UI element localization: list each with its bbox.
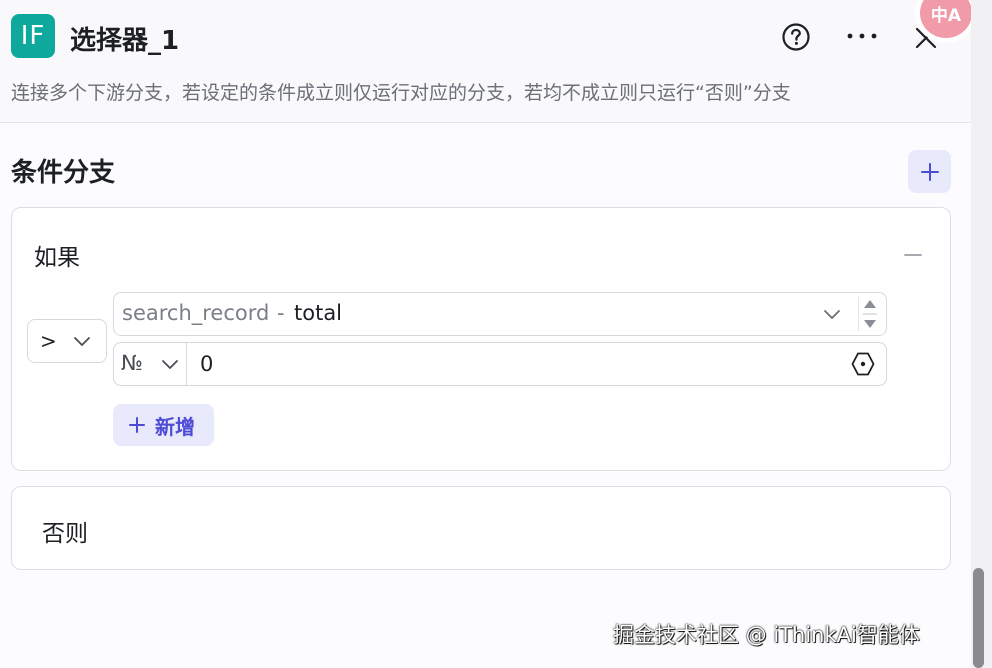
- operator-select[interactable]: >: [27, 319, 107, 363]
- add-branch-button[interactable]: [908, 150, 951, 193]
- plus-icon: [920, 162, 939, 181]
- plus-icon: [129, 417, 145, 433]
- add-condition-label: 新增: [155, 416, 195, 439]
- variable-field: total: [294, 301, 343, 325]
- section-title: 条件分支: [11, 158, 116, 188]
- operator-value: >: [40, 329, 57, 353]
- add-condition-button[interactable]: 新增: [113, 404, 214, 446]
- variable-separator: -: [277, 301, 285, 325]
- value-text[interactable]: 0: [200, 352, 213, 376]
- scrollbar-thumb[interactable]: [973, 568, 984, 668]
- variable-select[interactable]: search_record - total: [113, 292, 887, 336]
- minus-icon[interactable]: [903, 245, 923, 265]
- branch-else-card: 否则: [11, 486, 951, 570]
- node-description: 连接多个下游分支，若设定的条件成立则仅运行对应的分支，若均不成立则只运行“否则”…: [11, 82, 791, 104]
- branch-else-label: 否则: [42, 521, 88, 547]
- chevron-down-icon: [162, 360, 178, 369]
- help-icon[interactable]: [781, 22, 811, 52]
- branch-if-label: 如果: [34, 245, 80, 271]
- panel-header: IF 选择器_1 中A 连接多个下游分支，若设定的条件成立则仅运行对应的分支，若…: [0, 0, 972, 123]
- node-title[interactable]: 选择器_1: [70, 20, 179, 57]
- sort-stepper-icon[interactable]: [858, 297, 881, 331]
- watermark: 掘金技术社区 @ iThinkAi智能体: [613, 623, 920, 647]
- branch-if-card: 如果 > search_record - total № 0 新增: [11, 207, 951, 471]
- selector-node-panel: IF 选择器_1 中A 连接多个下游分支，若设定的条件成立则仅运行对应的分支，若…: [0, 0, 972, 668]
- value-type-label: №: [121, 351, 143, 375]
- chevron-down-icon: [74, 337, 90, 346]
- variable-prefix: search_record: [122, 301, 270, 325]
- if-node-icon: IF: [11, 14, 55, 58]
- scrollbar-track[interactable]: [971, 0, 992, 668]
- value-input[interactable]: № 0: [113, 342, 887, 386]
- chevron-down-icon: [824, 310, 840, 319]
- more-icon[interactable]: [845, 24, 879, 48]
- variable-reference-icon[interactable]: [850, 351, 876, 377]
- value-type-select[interactable]: №: [114, 343, 187, 385]
